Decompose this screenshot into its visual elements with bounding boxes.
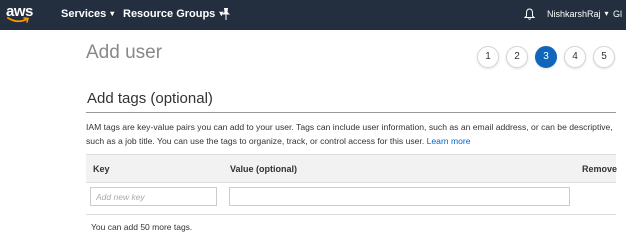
section-title: Add tags (optional) — [87, 90, 213, 107]
key-input[interactable] — [90, 187, 217, 206]
value-input[interactable] — [229, 187, 570, 206]
step-3-active[interactable]: 3 — [535, 46, 557, 68]
step-2[interactable]: 2 — [506, 46, 528, 68]
chevron-down-icon: ▾ — [604, 9, 609, 18]
section-divider — [86, 112, 616, 113]
bell-icon[interactable] — [524, 8, 535, 20]
region-menu[interactable]: Gl — [613, 9, 622, 19]
header-value: Value (optional) — [230, 164, 298, 174]
services-menu[interactable]: Services ▾ — [61, 8, 114, 20]
step-5[interactable]: 5 — [593, 46, 615, 68]
region-label: Gl — [613, 9, 622, 19]
section-description: IAM tags are key-value pairs you can add… — [86, 120, 616, 148]
aws-smile-icon — [7, 17, 29, 23]
tags-table: Key Value (optional) Remove — [86, 154, 618, 215]
user-label: NishkarshRaj — [547, 9, 601, 19]
page-title: Add user — [86, 42, 163, 63]
table-header: Key Value (optional) Remove — [86, 155, 618, 183]
header-remove: Remove — [582, 164, 618, 174]
top-nav-bar: aws Services ▾ Resource Groups ▾ Nishkarsh… — [0, 0, 626, 30]
step-4[interactable]: 4 — [564, 46, 586, 68]
header-key: Key — [93, 164, 110, 174]
learn-more-link[interactable]: Learn more — [427, 136, 471, 146]
aws-logo[interactable]: aws — [6, 3, 33, 27]
step-1[interactable]: 1 — [477, 46, 499, 68]
user-menu[interactable]: NishkarshRaj ▾ — [547, 9, 609, 19]
pin-icon[interactable] — [221, 8, 231, 20]
services-label: Services — [61, 8, 107, 20]
resource-groups-menu[interactable]: Resource Groups ▾ — [123, 8, 223, 20]
tags-remaining-note: You can add 50 more tags. — [91, 222, 193, 232]
description-text: IAM tags are key-value pairs you can add… — [86, 122, 613, 146]
resource-groups-label: Resource Groups — [123, 8, 216, 20]
chevron-down-icon: ▾ — [110, 9, 115, 18]
